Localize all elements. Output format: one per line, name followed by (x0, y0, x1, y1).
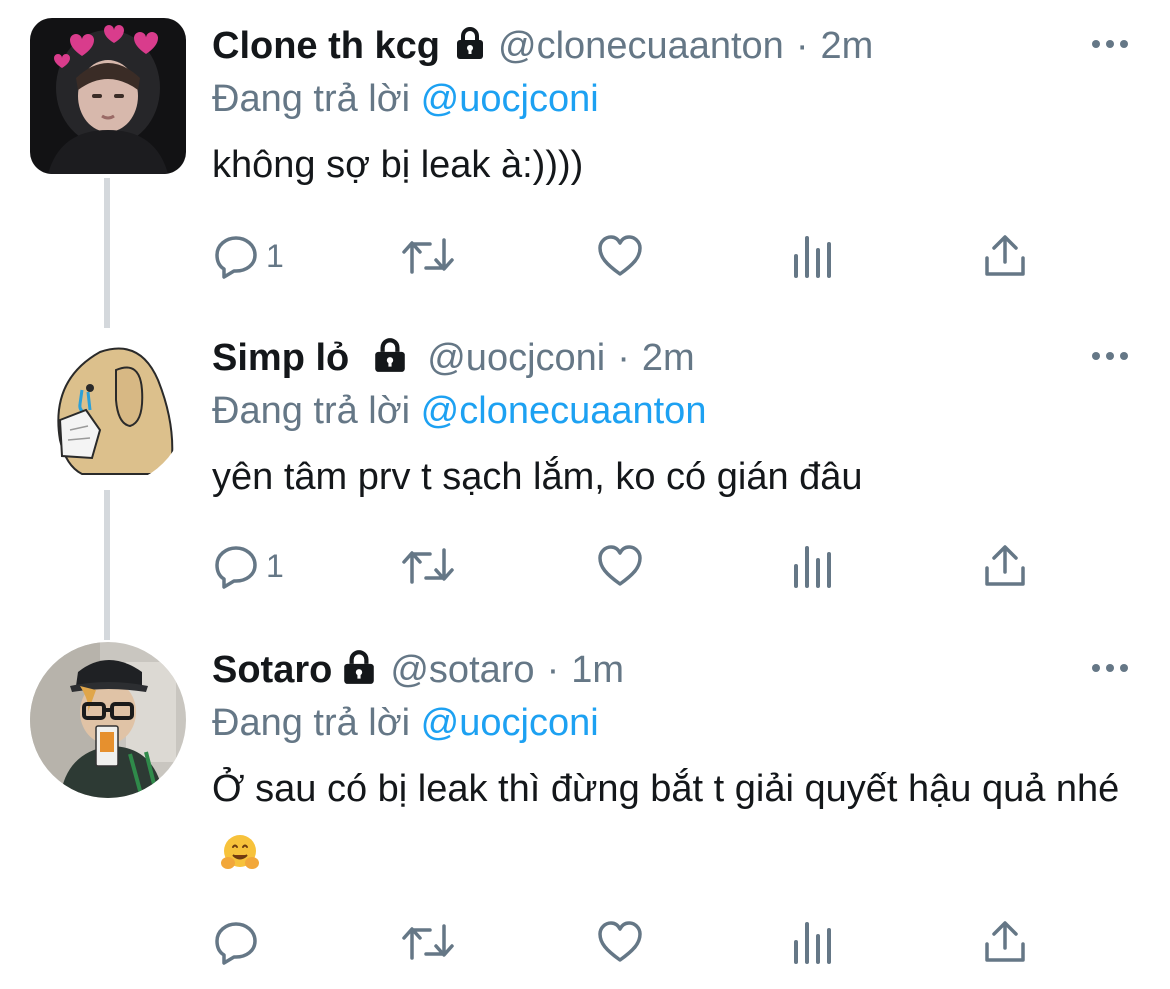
handle[interactable]: @clonecuaanton (498, 25, 784, 68)
tweet-actions (212, 912, 1042, 972)
tweet-header: Clone th kcg @clonecuaanton · 2m (212, 18, 1150, 74)
reply-button[interactable]: 1 (212, 226, 284, 286)
analytics-button[interactable] (792, 912, 834, 972)
tweet-actions: 1 (212, 536, 1042, 596)
handle[interactable]: @uocjconi (427, 337, 605, 380)
thread-connector (104, 178, 110, 328)
reply-thread: Clone th kcg @clonecuaanton · 2m Đang tr… (0, 0, 1170, 989)
like-icon (596, 918, 644, 966)
reply-icon (212, 918, 260, 966)
reply-button[interactable] (212, 912, 266, 972)
avatar[interactable] (30, 330, 186, 486)
share-button[interactable] (982, 536, 1028, 596)
like-icon (596, 232, 644, 280)
replying-to: Đang trả lời @uocjconi (212, 698, 1150, 748)
retweet-button[interactable] (400, 912, 456, 972)
handle[interactable]: @sotaro (390, 649, 534, 692)
replying-to: Đang trả lời @clonecuaanton (212, 386, 1150, 436)
tweet-text: không sợ bị leak à:)))) (212, 144, 584, 186)
tweet-content: Sotaro @sotaro · 1m Đang trả lời @uocjco… (212, 642, 1150, 888)
tweet-text-body: Ở sau có bị leak thì đừng bắt t giải quy… (212, 768, 1120, 810)
display-name[interactable]: Clone th kcg (212, 25, 440, 68)
more-icon[interactable] (1092, 352, 1128, 360)
analytics-button[interactable] (792, 536, 834, 596)
retweet-icon (400, 232, 456, 280)
reply-count: 1 (266, 237, 284, 274)
avatar[interactable] (30, 18, 186, 174)
retweet-button[interactable] (400, 226, 456, 286)
retweet-button[interactable] (400, 536, 456, 596)
reply-count: 1 (266, 547, 284, 584)
lock-icon (452, 25, 488, 71)
share-icon (982, 232, 1028, 280)
like-button[interactable] (596, 226, 644, 286)
tweet-header: Simp lỏ @uocjconi · 2m (212, 330, 1150, 386)
lock-icon (338, 648, 380, 696)
mention-link[interactable]: @uocjconi (421, 78, 599, 120)
retweet-icon (400, 918, 456, 966)
thread-connector (104, 490, 110, 640)
replying-to: Đang trả lời @uocjconi (212, 74, 1150, 124)
tweet-text: Ở sau có bị leak thì đừng bắt t giải quy… (212, 756, 1132, 888)
replying-prefix: Đang trả lời (212, 390, 411, 432)
analytics-icon (792, 918, 834, 966)
avatar[interactable] (30, 642, 186, 798)
separator: · (546, 648, 560, 691)
analytics-icon (792, 542, 834, 590)
analytics-button[interactable] (792, 226, 834, 286)
hugging-face-emoji (220, 828, 260, 869)
like-button[interactable] (596, 536, 644, 596)
share-icon (982, 918, 1028, 966)
reply-icon (212, 232, 260, 280)
separator: · (795, 24, 809, 67)
tweet-text: yên tâm prv t sạch lắm, ko có gián đâu (212, 456, 863, 498)
display-name[interactable]: Simp lỏ (212, 337, 349, 380)
reply-icon (212, 542, 260, 590)
timestamp[interactable]: 2m (642, 337, 695, 380)
replying-prefix: Đang trả lời (212, 702, 411, 744)
reply-button[interactable]: 1 (212, 536, 284, 596)
display-name[interactable]: Sotaro (212, 649, 332, 692)
tweet-header: Sotaro @sotaro · 1m (212, 642, 1150, 698)
separator: · (617, 336, 630, 379)
tweet-content: Simp lỏ @uocjconi · 2m Đang trả lời @clo… (212, 330, 1150, 510)
retweet-icon (400, 542, 456, 590)
share-icon (982, 542, 1028, 590)
replying-prefix: Đang trả lời (212, 78, 411, 120)
tweet-content: Clone th kcg @clonecuaanton · 2m Đang tr… (212, 18, 1150, 198)
more-icon[interactable] (1092, 664, 1128, 672)
share-button[interactable] (982, 226, 1028, 286)
share-button[interactable] (982, 912, 1028, 972)
mention-link[interactable]: @uocjconi (421, 702, 599, 744)
tweet-actions: 1 (212, 226, 1042, 286)
like-button[interactable] (596, 912, 644, 972)
timestamp[interactable]: 2m (820, 25, 873, 68)
mention-link[interactable]: @clonecuaanton (421, 390, 707, 432)
timestamp[interactable]: 1m (571, 649, 624, 692)
lock-icon (369, 336, 411, 384)
like-icon (596, 542, 644, 590)
analytics-icon (792, 232, 834, 280)
more-icon[interactable] (1092, 40, 1128, 48)
